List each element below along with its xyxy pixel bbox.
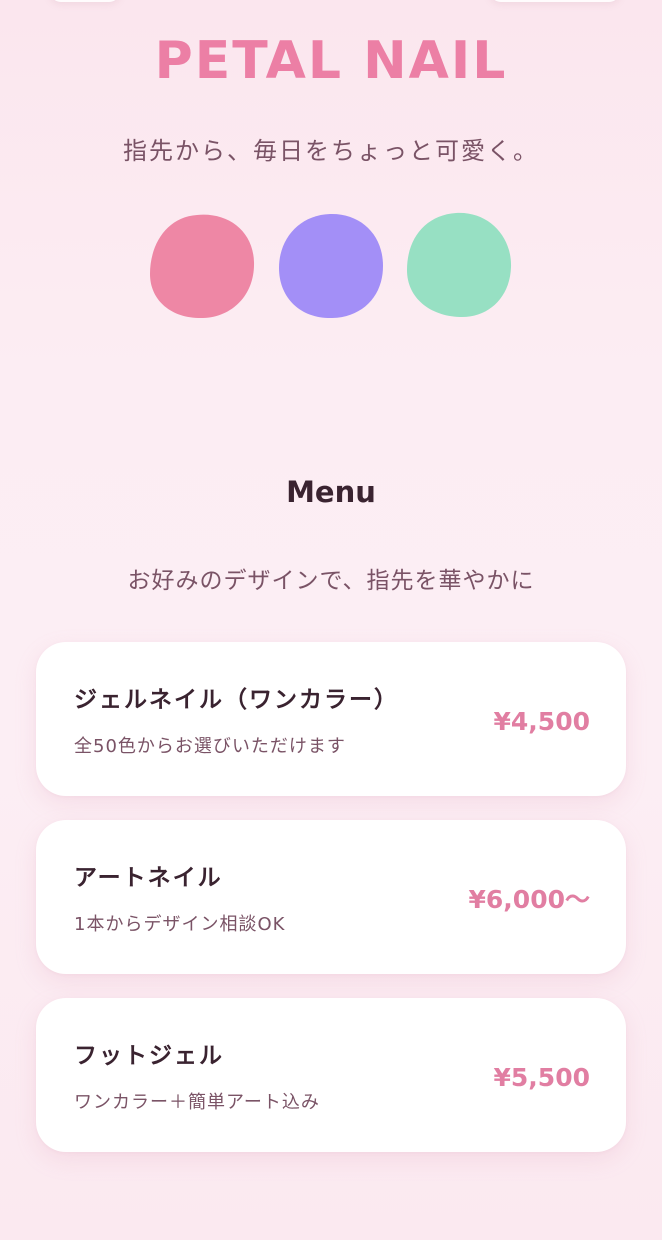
top-pill-left bbox=[50, 0, 120, 2]
color-swatches bbox=[0, 212, 662, 322]
top-pill-right bbox=[490, 0, 620, 2]
menu-card-art-nail[interactable]: アートネイル 1本からデザイン相談OK ¥6,000〜 bbox=[36, 820, 626, 974]
menu-item-price: ¥6,000〜 bbox=[468, 885, 590, 914]
menu-item-description: ワンカラー＋簡単アート込み bbox=[74, 1092, 320, 1113]
tagline: 指先から、毎日をちょっと可愛く。 bbox=[123, 137, 539, 165]
swatch-pink[interactable] bbox=[149, 212, 255, 318]
menu-item-name: フットジェル bbox=[74, 1043, 224, 1069]
swatch-mint[interactable] bbox=[406, 212, 512, 318]
menu-item-price: ¥5,500 bbox=[493, 1063, 590, 1092]
menu-item-name: アートネイル bbox=[74, 865, 223, 891]
menu-item-price: ¥4,500 bbox=[493, 707, 590, 736]
menu-card-foot-gel[interactable]: フットジェル ワンカラー＋簡単アート込み ¥5,500 bbox=[36, 998, 626, 1152]
swatch-purple[interactable] bbox=[278, 212, 384, 318]
brand-logo: PETAL NAIL bbox=[154, 31, 508, 91]
menu-title: Menu bbox=[286, 475, 376, 509]
menu-item-description: 全50色からお選びいただけます bbox=[74, 736, 346, 757]
menu-card-gel-nail[interactable]: ジェルネイル（ワンカラー） 全50色からお選びいただけます ¥4,500 bbox=[36, 642, 626, 796]
menu-item-name: ジェルネイル（ワンカラー） bbox=[74, 687, 399, 713]
menu-subtitle: お好みのデザインで、指先を華やかに bbox=[127, 568, 535, 594]
menu-item-description: 1本からデザイン相談OK bbox=[74, 914, 286, 935]
